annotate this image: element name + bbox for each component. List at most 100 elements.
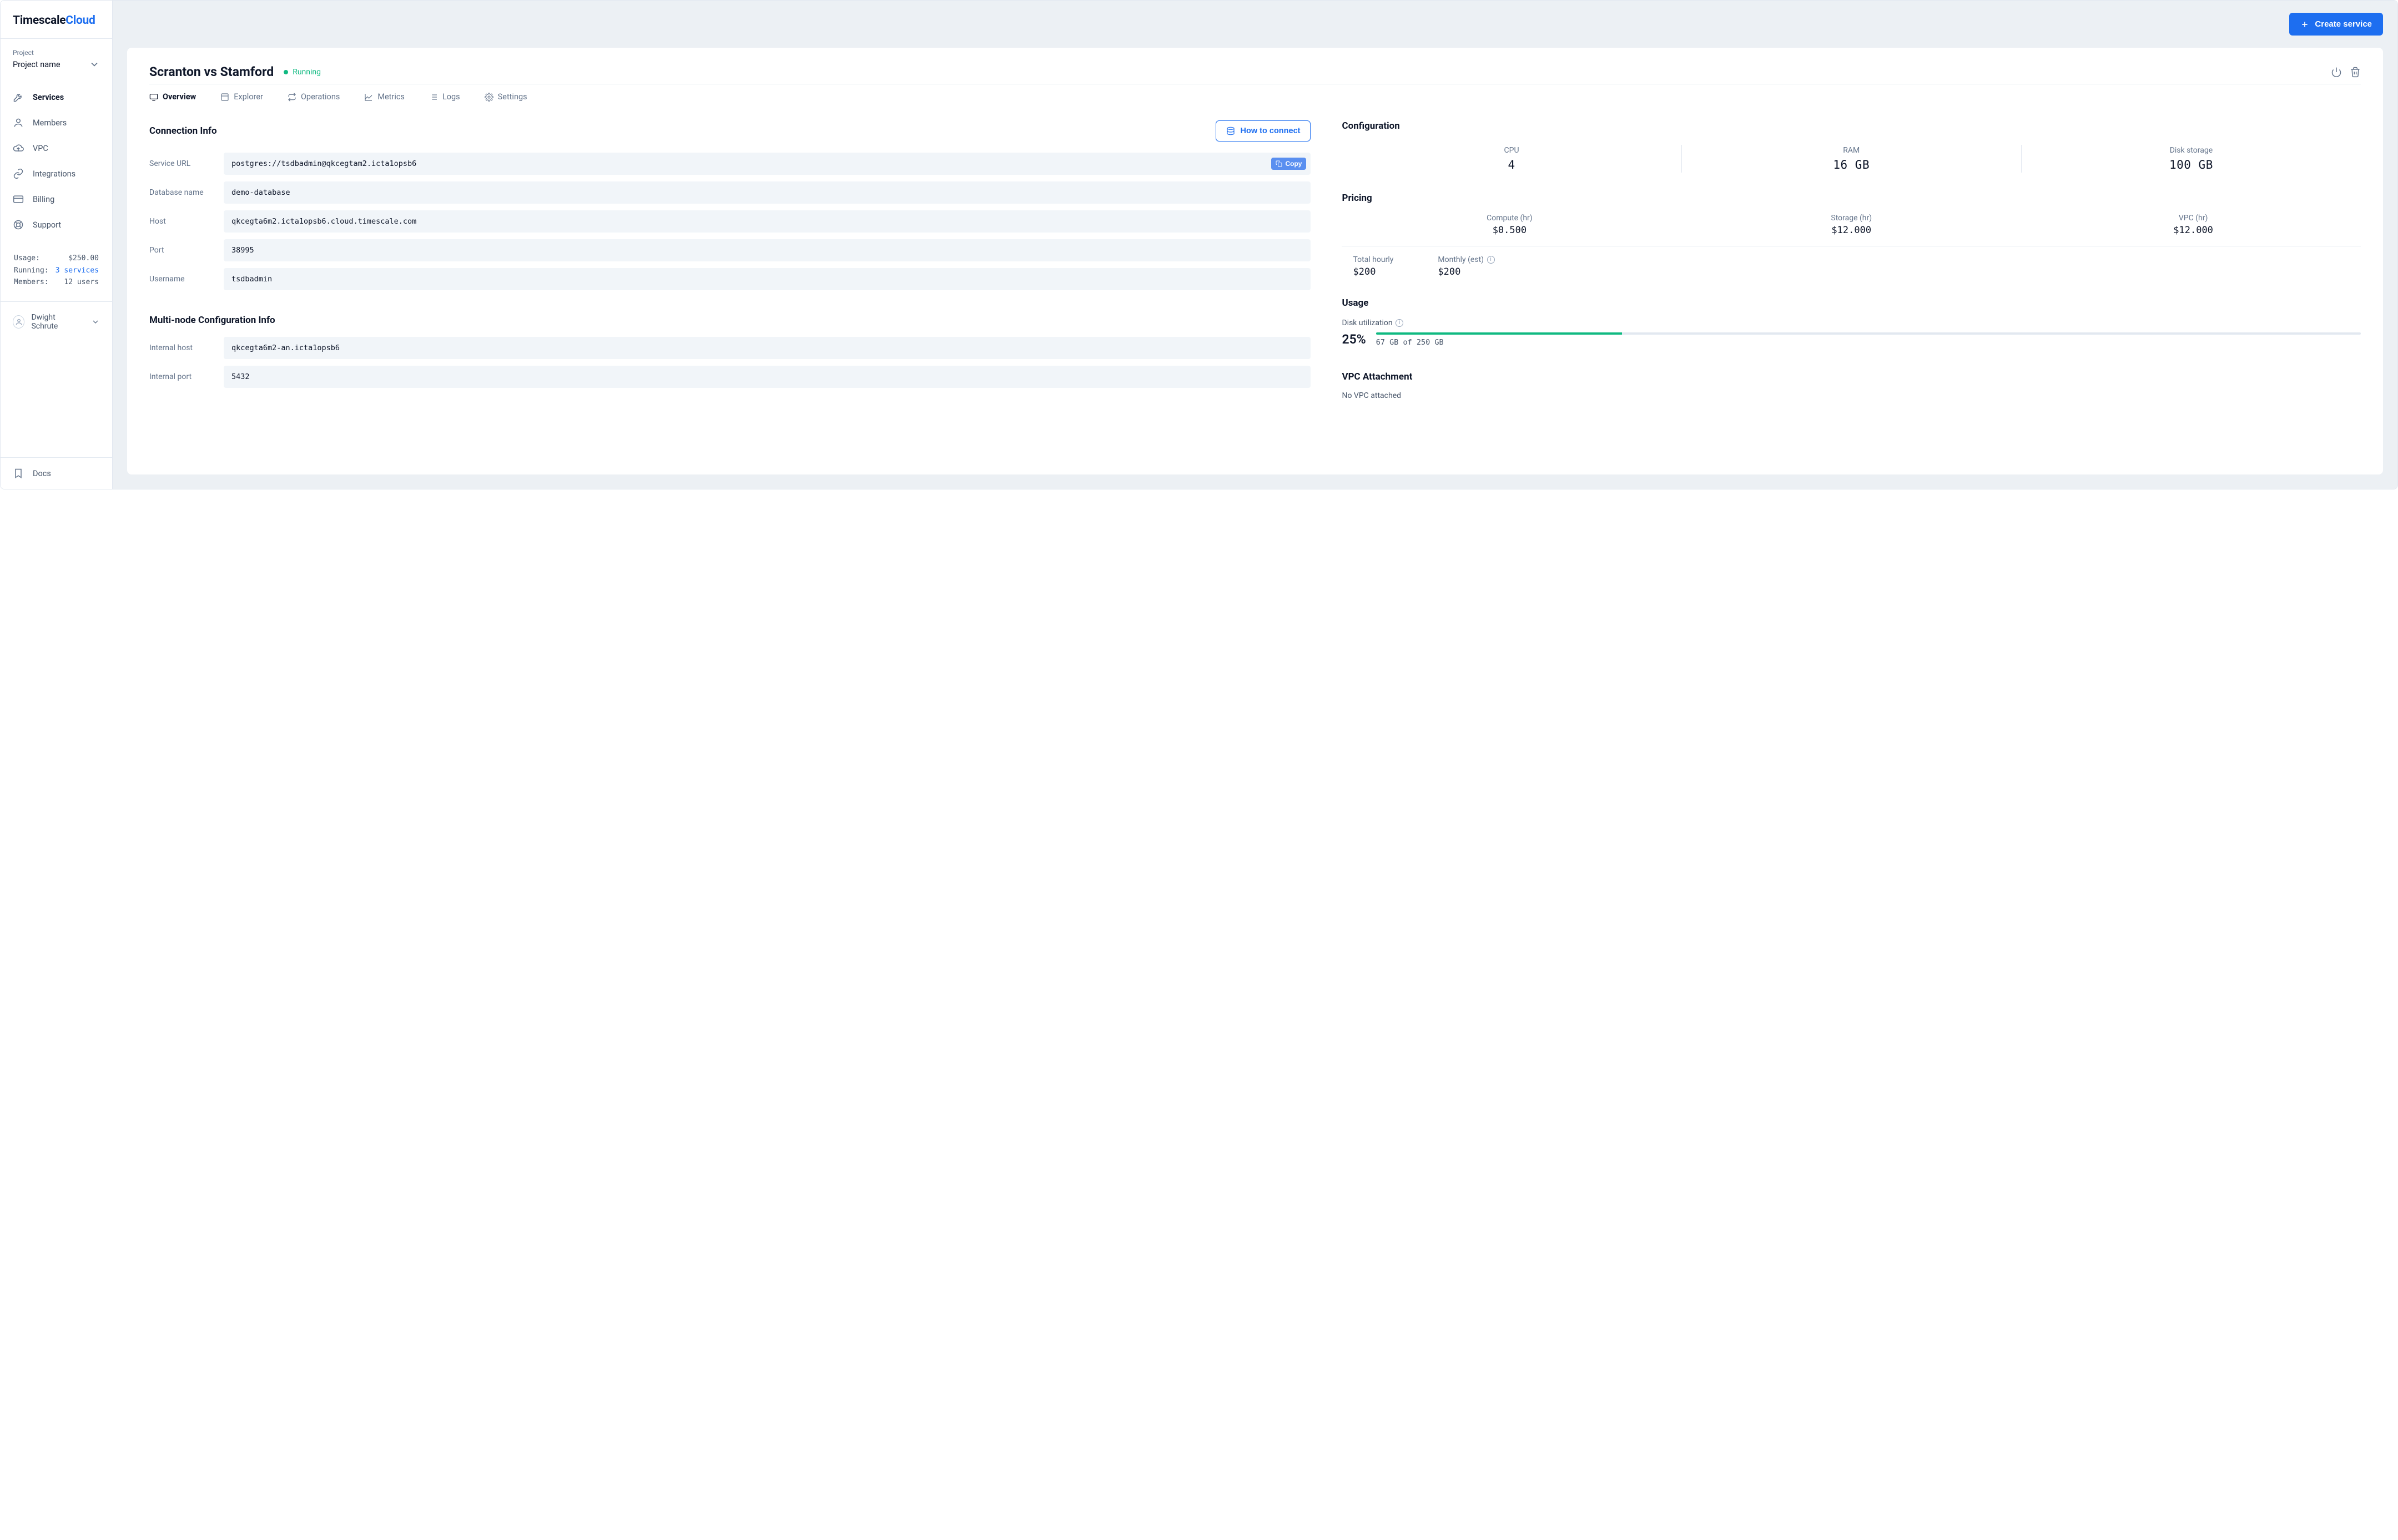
kv-label: Internal host — [149, 344, 218, 352]
database-icon — [1226, 127, 1235, 135]
tab-label: Logs — [442, 92, 460, 102]
pricing-value: $12.000 — [1684, 225, 2019, 236]
trash-icon[interactable] — [2350, 67, 2361, 78]
nav-label: Docs — [33, 469, 51, 478]
configuration-title: Configuration — [1342, 120, 2361, 132]
connection-title: Connection Info — [149, 125, 217, 137]
tab-label: Operations — [301, 92, 340, 102]
bookmark-icon — [13, 468, 24, 479]
tab-logs[interactable]: Logs — [429, 92, 460, 102]
kv-value: tsdbadmin — [224, 268, 1311, 290]
logo: TimescaleCloud — [1, 1, 112, 39]
tab-metrics[interactable]: Metrics — [364, 92, 405, 102]
brand-text-b: Cloud — [66, 14, 95, 27]
nav-support[interactable]: Support — [6, 212, 107, 238]
disk-utilization-label: Disk utilization i — [1342, 319, 2361, 327]
create-service-button[interactable]: Create service — [2289, 13, 2383, 36]
config-value: 16 GB — [1682, 158, 2021, 171]
vpc-text: No VPC attached — [1342, 391, 2361, 400]
pricing-label: Monthly (est) i — [1438, 255, 1494, 264]
conn-row-database: Database name demo-database — [149, 181, 1311, 204]
kv-label: Username — [149, 275, 218, 284]
nav-members[interactable]: Members — [6, 110, 107, 135]
usage-title: Usage — [1342, 297, 2361, 309]
pricing-value: $200 — [1353, 266, 1393, 277]
chart-icon — [364, 93, 373, 102]
plus-icon — [2300, 20, 2309, 29]
pricing-label: Compute (hr) — [1342, 214, 1677, 223]
how-to-connect-button[interactable]: How to connect — [1216, 120, 1311, 142]
right-column: Configuration CPU 4 RAM 16 GB Disk stora… — [1342, 120, 2361, 400]
config-label: RAM — [1682, 146, 2021, 155]
nav-services[interactable]: Services — [6, 84, 107, 110]
copy-icon — [1276, 160, 1282, 167]
chevron-down-icon — [89, 59, 100, 70]
gear-icon — [485, 93, 493, 102]
avatar-icon — [13, 315, 24, 329]
layout-icon — [220, 93, 229, 102]
topbar: Create service — [113, 1, 2397, 36]
conn-row-username: Username tsdbadmin — [149, 268, 1311, 290]
usage-value: $250.00 — [52, 253, 99, 264]
config-label: Disk storage — [2022, 146, 2361, 155]
tab-operations[interactable]: Operations — [288, 92, 340, 102]
tab-settings[interactable]: Settings — [485, 92, 527, 102]
project-selector[interactable]: Project Project name — [1, 39, 112, 75]
tab-label: Settings — [498, 92, 527, 102]
monitor-icon — [149, 93, 158, 102]
list-icon — [429, 93, 438, 102]
pricing-value: $0.500 — [1342, 225, 1677, 236]
config-value: 100 GB — [2022, 158, 2361, 171]
pricing-label: VPC (hr) — [2026, 214, 2361, 223]
kv-label: Host — [149, 217, 218, 226]
status-badge: Running — [284, 68, 321, 77]
user-menu[interactable]: Dwight Schrute — [1, 302, 112, 342]
power-icon[interactable] — [2331, 67, 2342, 78]
kv-label: Service URL — [149, 159, 218, 168]
button-label: Create service — [2315, 19, 2372, 29]
conn-row-service-url: Service URL postgres://tsdbadmin@qkcegta… — [149, 153, 1311, 175]
conn-row-port: Port 38995 — [149, 239, 1311, 261]
pricing-value: $12.000 — [2026, 225, 2361, 236]
nav-billing[interactable]: Billing — [6, 186, 107, 212]
credit-card-icon — [13, 194, 24, 205]
user-name: Dwight Schrute — [31, 313, 78, 331]
status-text: Running — [293, 68, 321, 77]
nav-integrations[interactable]: Integrations — [6, 161, 107, 186]
usage-detail: 67 GB of 250 GB — [1376, 338, 2361, 347]
pricing-value: $200 — [1438, 266, 1494, 277]
progress-fill — [1376, 332, 1623, 335]
operations-icon — [288, 93, 296, 102]
usage-label: Usage: — [14, 253, 51, 264]
app-frame: TimescaleCloud Project Project name Serv… — [0, 0, 2398, 489]
tabs: Overview Explorer Operations Metrics Log… — [149, 84, 2361, 113]
nav-vpc[interactable]: VPC — [6, 135, 107, 161]
brand-text-a: Timescale — [13, 14, 66, 27]
wrench-icon — [13, 92, 24, 103]
conn-row-host: Host qkcegta6m2.icta1opsb6.cloud.timesca… — [149, 210, 1311, 233]
tab-explorer[interactable]: Explorer — [220, 92, 263, 102]
running-services-link[interactable]: 3 services — [56, 266, 99, 275]
nav: Services Members VPC Integrations Billin… — [1, 75, 112, 242]
kv-value: qkcegta6m2.icta1opsb6.cloud.timescale.co… — [224, 210, 1311, 233]
vpc-title: VPC Attachment — [1342, 371, 2361, 382]
copy-button[interactable]: Copy — [1271, 158, 1306, 170]
kv-value: demo-database — [224, 181, 1311, 204]
pricing-label: Storage (hr) — [1684, 214, 2019, 223]
mn-row-host: Internal host qkcegta6m2-an.icta1opsb6 — [149, 337, 1311, 359]
status-dot-icon — [284, 70, 288, 74]
info-icon[interactable]: i — [1396, 319, 1403, 327]
nav-docs[interactable]: Docs — [1, 457, 112, 489]
chevron-down-icon — [91, 317, 100, 326]
main: Create service Scranton vs Stamford Runn… — [113, 1, 2397, 489]
tab-overview[interactable]: Overview — [149, 92, 196, 102]
config-row: CPU 4 RAM 16 GB Disk storage 100 GB — [1342, 145, 2361, 173]
info-icon[interactable]: i — [1487, 256, 1495, 264]
usage-label: Members: — [14, 277, 51, 288]
nav-label: Billing — [33, 195, 54, 204]
link-icon — [13, 168, 24, 179]
usage-label: Running: — [14, 265, 51, 276]
sidebar: TimescaleCloud Project Project name Serv… — [1, 1, 113, 489]
content-card: Scranton vs Stamford Running Overview — [127, 48, 2383, 474]
usage-value: 12 users — [52, 277, 99, 288]
